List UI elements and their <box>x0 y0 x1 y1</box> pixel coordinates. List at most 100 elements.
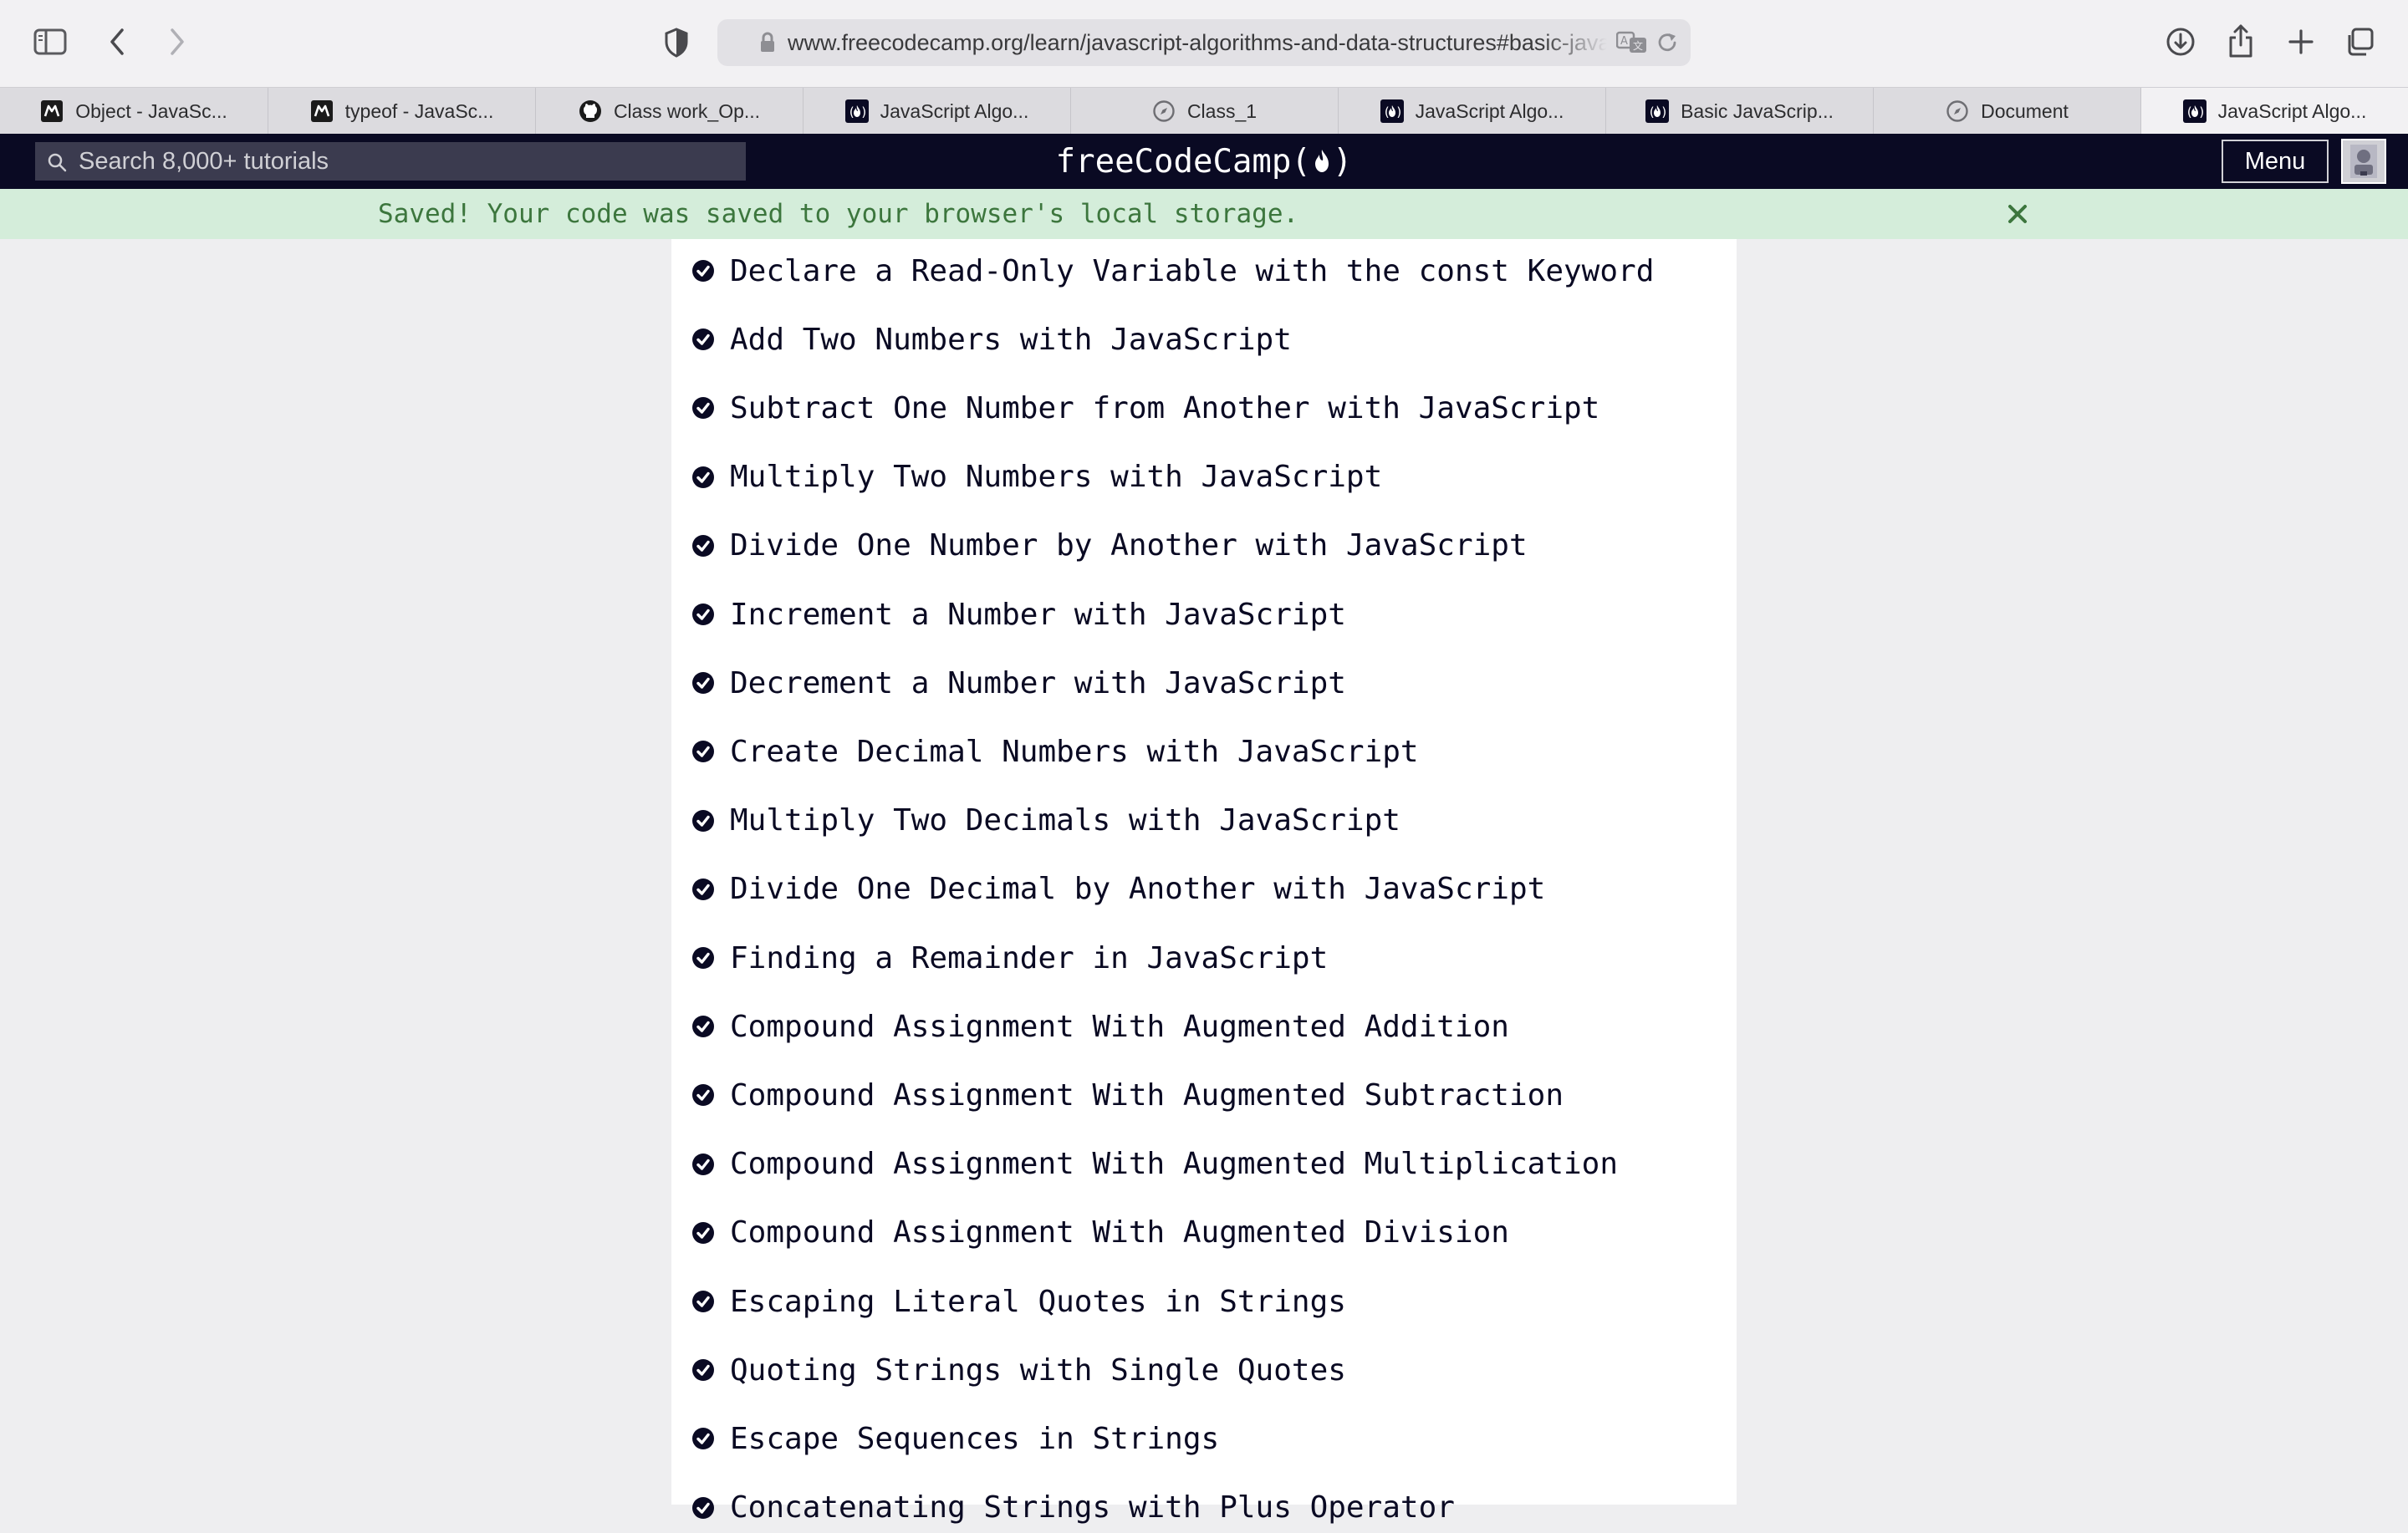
lesson-title-link[interactable]: Decrement a Number with JavaScript <box>730 666 1346 700</box>
browser-tab-label: Class work_Op... <box>613 99 761 122</box>
svg-text:): ) <box>1395 104 1403 120</box>
lesson-title-link[interactable]: Declare a Read-Only Variable with the co… <box>730 254 1654 288</box>
lesson-title-link[interactable]: Quoting Strings with Single Quotes <box>730 1353 1346 1388</box>
lesson-item[interactable]: Compound Assignment With Augmented Multi… <box>691 1139 1720 1189</box>
browser-tab[interactable]: Class_1 <box>1070 88 1338 135</box>
lesson-item[interactable]: Compound Assignment With Augmented Divis… <box>691 1208 1720 1258</box>
share-icon[interactable] <box>2226 22 2256 60</box>
browser-tab-label: JavaScript Algo... <box>2217 99 2367 122</box>
browser-tab-label: Object - JavaSc... <box>75 99 227 122</box>
translate-icon[interactable]: A文 <box>1615 31 1648 59</box>
lesson-title-link[interactable]: Increment a Number with JavaScript <box>730 598 1346 632</box>
lesson-title-link[interactable]: Add Two Numbers with JavaScript <box>730 323 1292 357</box>
logo-text: freeCodeCamp( <box>1055 142 1311 181</box>
check-circle-icon <box>691 1427 715 1450</box>
lesson-title-link[interactable]: Concatenating Strings with Plus Operator <box>730 1490 1455 1525</box>
check-circle-icon <box>691 396 715 420</box>
lesson-item[interactable]: Subtract One Number from Another with Ja… <box>691 383 1720 433</box>
freecodecamp-icon: () <box>1380 99 1404 123</box>
sidebar-toggle-icon[interactable] <box>32 27 69 57</box>
check-circle-icon <box>691 259 715 283</box>
github-icon <box>579 99 602 123</box>
lesson-item[interactable]: Compound Assignment With Augmented Subtr… <box>691 1070 1720 1120</box>
browser-tab[interactable]: Object - JavaSc... <box>0 88 268 135</box>
lesson-item[interactable]: Compound Assignment With Augmented Addit… <box>691 1001 1720 1052</box>
freecodecamp-logo[interactable]: freeCodeCamp( ) <box>1003 134 1405 189</box>
lesson-item[interactable]: Multiply Two Decimals with JavaScript <box>691 796 1720 846</box>
browser-tab[interactable]: () JavaScript Algo... <box>2140 88 2408 135</box>
lesson-title-link[interactable]: Compound Assignment With Augmented Addit… <box>730 1010 1509 1044</box>
lesson-item[interactable]: Escaping Literal Quotes in Strings <box>691 1276 1720 1327</box>
flash-message-text: Saved! Your code was saved to your brows… <box>378 199 1299 229</box>
search-input[interactable] <box>79 142 731 181</box>
check-circle-icon <box>691 603 715 626</box>
mdn-icon <box>40 99 64 123</box>
search-icon <box>47 152 67 176</box>
lesson-item[interactable]: Finding a Remainder in JavaScript <box>691 933 1720 983</box>
lesson-item[interactable]: Add Two Numbers with JavaScript <box>691 314 1720 364</box>
forward-icon[interactable] <box>164 25 191 59</box>
browser-toolbar: www.freecodecamp.org/learn/javascript-al… <box>0 0 2408 87</box>
menu-button[interactable]: Menu <box>2222 140 2329 183</box>
lesson-item[interactable]: Decrement a Number with JavaScript <box>691 658 1720 708</box>
lesson-title-link[interactable]: Escape Sequences in Strings <box>730 1422 1219 1456</box>
browser-tab[interactable]: () JavaScript Algo... <box>1338 88 1605 135</box>
compass-icon <box>1152 99 1176 123</box>
lesson-title-link[interactable]: Compound Assignment With Augmented Divis… <box>730 1215 1509 1250</box>
browser-tab[interactable]: Document <box>1873 88 2140 135</box>
check-circle-icon <box>691 1083 715 1107</box>
lesson-item[interactable]: Concatenating Strings with Plus Operator <box>691 1483 1720 1533</box>
lesson-item[interactable]: Escape Sequences in Strings <box>691 1413 1720 1464</box>
lesson-item[interactable]: Divide One Number by Another with JavaSc… <box>691 521 1720 571</box>
lesson-item[interactable]: Multiply Two Numbers with JavaScript <box>691 452 1720 502</box>
downloads-icon[interactable] <box>2164 25 2197 59</box>
browser-tab-label: Document <box>1981 99 2069 122</box>
tab-overview-icon[interactable] <box>2343 25 2376 59</box>
browser-tab-label: typeof - JavaSc... <box>344 99 494 122</box>
close-icon[interactable] <box>2005 201 2030 227</box>
lesson-item[interactable]: Increment a Number with JavaScript <box>691 589 1720 639</box>
lesson-title-link[interactable]: Multiply Two Decimals with JavaScript <box>730 803 1400 838</box>
reload-icon[interactable] <box>1656 31 1679 59</box>
check-circle-icon <box>691 534 715 558</box>
browser-tab-label: JavaScript Algo... <box>1415 99 1564 122</box>
back-icon[interactable] <box>104 25 130 59</box>
flame-icon <box>1313 147 1331 176</box>
freecodecamp-icon: () <box>1645 99 1670 123</box>
lesson-item[interactable]: Quoting Strings with Single Quotes <box>691 1345 1720 1395</box>
lesson-item[interactable]: Declare a Read-Only Variable with the co… <box>691 246 1720 296</box>
check-circle-icon <box>691 671 715 695</box>
lesson-title-link[interactable]: Finding a Remainder in JavaScript <box>730 941 1328 975</box>
browser-tab-label: Basic JavaScrip... <box>1681 99 1834 122</box>
lesson-title-link[interactable]: Subtract One Number from Another with Ja… <box>730 391 1599 425</box>
lesson-title-link[interactable]: Divide One Number by Another with JavaSc… <box>730 528 1528 563</box>
lesson-title-link[interactable]: Escaping Literal Quotes in Strings <box>730 1285 1346 1319</box>
browser-tab[interactable]: () JavaScript Algo... <box>803 88 1070 135</box>
check-circle-icon <box>691 1221 715 1245</box>
svg-text:A: A <box>1620 35 1628 48</box>
new-tab-icon[interactable] <box>2284 25 2318 59</box>
address-bar[interactable]: www.freecodecamp.org/learn/javascript-al… <box>717 19 1691 66</box>
check-circle-icon <box>691 1290 715 1313</box>
lesson-title-link[interactable]: Divide One Decimal by Another with JavaS… <box>730 872 1545 906</box>
check-circle-icon <box>691 740 715 763</box>
site-navbar: freeCodeCamp( ) Menu <box>0 134 2408 189</box>
compass-icon <box>1946 99 1969 123</box>
lesson-title-link[interactable]: Compound Assignment With Augmented Multi… <box>730 1147 1618 1181</box>
browser-tab[interactable]: typeof - JavaSc... <box>268 88 535 135</box>
browser-tab[interactable]: Class work_Op... <box>535 88 803 135</box>
avatar[interactable] <box>2341 139 2386 184</box>
lesson-item[interactable]: Create Decimal Numbers with JavaScript <box>691 726 1720 777</box>
search-box[interactable] <box>35 142 746 181</box>
privacy-shield-icon[interactable] <box>662 27 691 59</box>
flash-message: Saved! Your code was saved to your brows… <box>0 189 2408 239</box>
lesson-title-link[interactable]: Compound Assignment With Augmented Subtr… <box>730 1078 1564 1113</box>
browser-tab[interactable]: () Basic JavaScrip... <box>1605 88 1873 135</box>
check-circle-icon <box>691 328 715 351</box>
lesson-title-link[interactable]: Multiply Two Numbers with JavaScript <box>730 460 1382 494</box>
check-circle-icon <box>691 809 715 833</box>
lesson-item[interactable]: Divide One Decimal by Another with JavaS… <box>691 864 1720 914</box>
lesson-title-link[interactable]: Create Decimal Numbers with JavaScript <box>730 735 1419 769</box>
svg-text:): ) <box>860 104 868 120</box>
check-circle-icon <box>691 946 715 970</box>
